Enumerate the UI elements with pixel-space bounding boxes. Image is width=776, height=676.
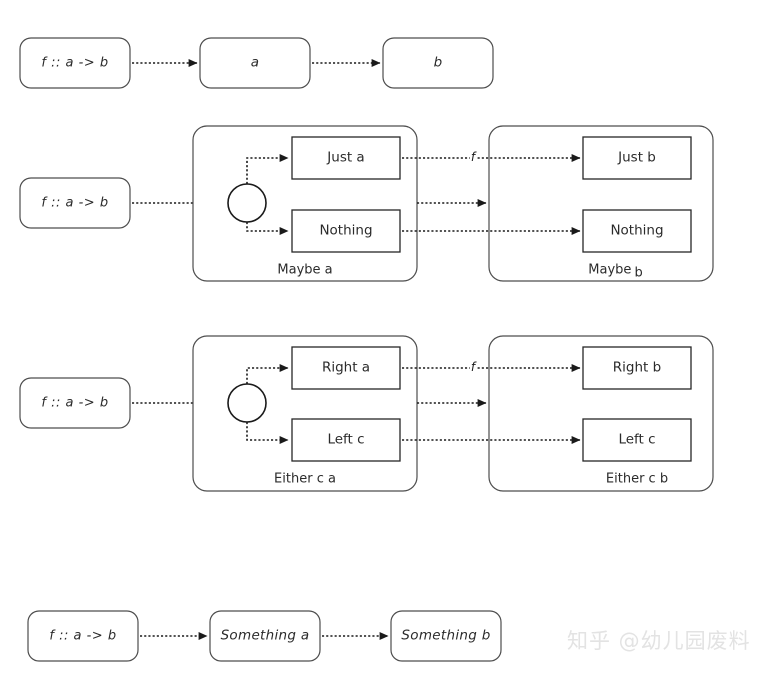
branch-node-either[interactable] — [227, 383, 267, 423]
case-box-just-a[interactable] — [291, 136, 401, 180]
signature-box-either[interactable] — [19, 377, 131, 429]
row-something — [27, 610, 502, 662]
case-box-right-b[interactable] — [582, 346, 692, 390]
row-either — [19, 335, 714, 492]
case-box-nothing-a[interactable] — [291, 209, 401, 253]
target-box-plain[interactable] — [382, 37, 494, 89]
case-box-left-c-target[interactable] — [582, 418, 692, 462]
signature-box-something[interactable] — [27, 610, 139, 662]
signature-box-plain[interactable] — [19, 37, 131, 89]
signature-box-maybe[interactable] — [19, 177, 131, 229]
case-box-nothing-b[interactable] — [582, 209, 692, 253]
case-box-right-a[interactable] — [291, 346, 401, 390]
watermark: 知乎 @幼儿园废料 — [567, 629, 751, 653]
case-box-just-b[interactable] — [582, 136, 692, 180]
source-box-plain[interactable] — [199, 37, 311, 89]
row-maybe — [19, 125, 714, 282]
branch-node-maybe[interactable] — [227, 183, 267, 223]
diagram-canvas — [19, 37, 714, 662]
target-box-something[interactable] — [390, 610, 502, 662]
case-box-left-c-source[interactable] — [291, 418, 401, 462]
row-plain — [19, 37, 494, 89]
source-box-something[interactable] — [209, 610, 321, 662]
